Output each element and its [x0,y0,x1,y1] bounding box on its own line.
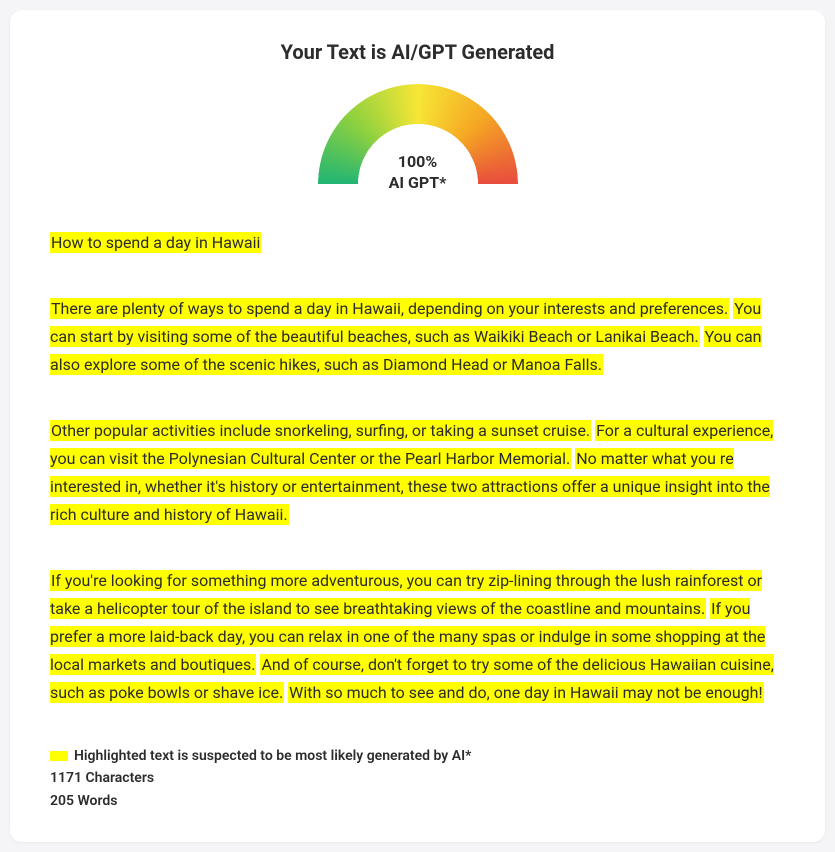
gauge-center-label: 100% AI GPT* [389,152,447,194]
result-card: Your Text is AI/GPT Generated 100% AI GP… [10,10,825,842]
page-title: Your Text is AI/GPT Generated [50,40,785,64]
highlighted-text: There are plenty of ways to spend a day … [50,298,729,319]
plain-text [700,327,704,346]
paragraph: There are plenty of ways to spend a day … [50,295,785,379]
legend-highlight-text: Highlighted text is suspected to be most… [74,745,471,767]
legend: Highlighted text is suspected to be most… [50,745,785,812]
highlight-swatch-icon [50,751,68,761]
gauge-container: 100% AI GPT* [50,84,785,194]
analyzed-text: How to spend a day in Hawaii There are pl… [50,229,785,707]
highlighted-text: If you're looking for something more adv… [50,570,762,619]
paragraph: Other popular activities include snorkel… [50,417,785,529]
legend-words: 205 Words [50,790,785,812]
legend-highlight-note: Highlighted text is suspected to be most… [50,745,785,767]
highlighted-text: Other popular activities include snorkel… [50,420,591,441]
highlighted-text: How to spend a day in Hawaii [50,232,261,253]
highlighted-text: With so much to see and do, one day in H… [288,682,763,703]
gauge-percent: 100% [389,152,447,173]
legend-characters: 1171 Characters [50,767,785,789]
paragraph: If you're looking for something more adv… [50,567,785,707]
ai-gauge: 100% AI GPT* [318,84,518,194]
gauge-label: AI GPT* [389,173,447,194]
paragraph: How to spend a day in Hawaii [50,229,785,257]
